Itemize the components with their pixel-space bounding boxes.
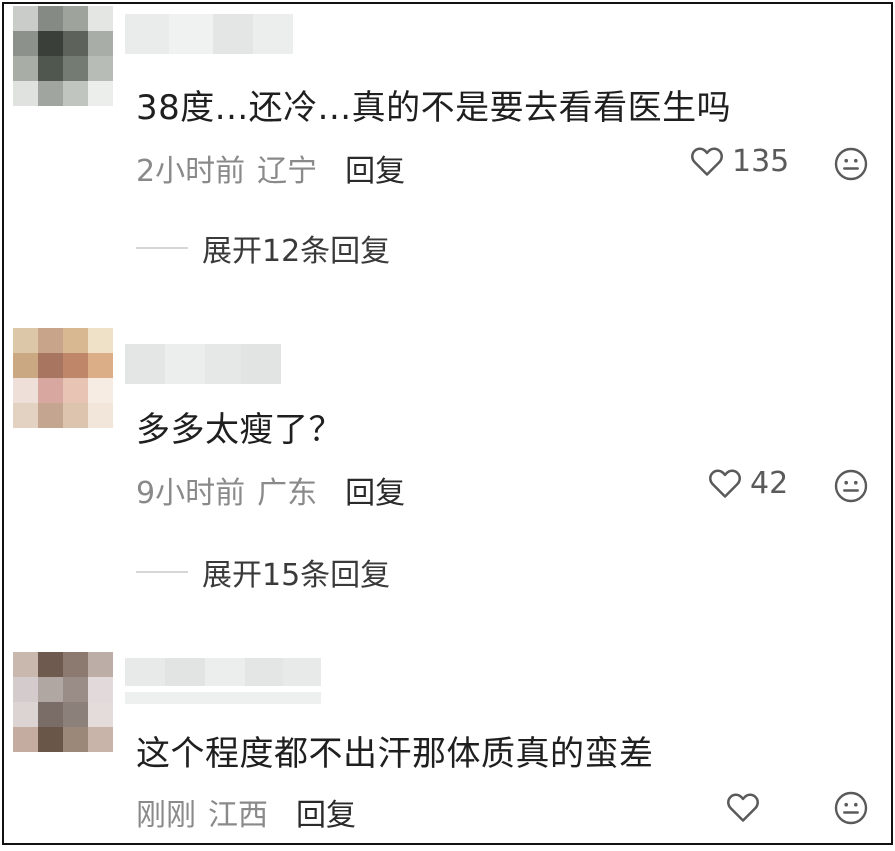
divider-line <box>136 247 188 249</box>
username-blurred[interactable] <box>125 344 281 384</box>
expand-replies-button[interactable]: 展开15条回复 <box>136 550 390 594</box>
comment-time: 刚刚 <box>136 798 196 833</box>
username-blurred[interactable] <box>125 14 293 54</box>
divider-line <box>136 571 188 573</box>
avatar[interactable] <box>13 328 113 428</box>
expand-replies-label: 展开12条回复 <box>202 234 391 269</box>
like-count: 135 <box>732 143 790 179</box>
heart-icon <box>691 147 723 176</box>
heart-icon <box>727 793 759 822</box>
reply-button[interactable]: 回复 <box>345 146 405 190</box>
comment-time: 9小时前 <box>136 476 246 511</box>
neutral-face-icon[interactable] <box>833 146 869 182</box>
comment-meta: 2小时前 辽宁 回复 <box>136 146 405 190</box>
comment-text: 多多太瘦了？ <box>136 410 343 450</box>
comment-location: 江西 <box>208 798 268 833</box>
comment-list: 38度...还冷...真的不是要去看看医生吗 2小时前 辽宁 回复 135 展开… <box>2 2 893 845</box>
comment-location: 广东 <box>257 476 318 511</box>
comment-text: 38度...还冷...真的不是要去看看医生吗 <box>136 88 732 128</box>
heart-icon <box>709 469 741 498</box>
avatar[interactable] <box>13 6 113 106</box>
avatar[interactable] <box>13 652 113 752</box>
like-button[interactable] <box>724 788 768 826</box>
username-blurred-line2 <box>125 692 321 704</box>
comment-location: 辽宁 <box>257 154 318 189</box>
like-button[interactable]: 135 <box>688 142 789 180</box>
like-button[interactable]: 42 <box>706 464 788 502</box>
neutral-face-icon[interactable] <box>833 790 869 826</box>
expand-replies-label: 展开15条回复 <box>202 558 391 593</box>
comment-meta: 刚刚 江西 回复 <box>136 790 356 834</box>
like-count: 42 <box>750 465 789 501</box>
username-blurred[interactable] <box>125 658 321 686</box>
comment-time: 2小时前 <box>136 154 246 189</box>
reply-button[interactable]: 回复 <box>296 790 356 834</box>
comment-text: 这个程度都不出汗那体质真的蛮差 <box>136 734 654 774</box>
neutral-face-icon[interactable] <box>833 468 869 504</box>
reply-button[interactable]: 回复 <box>345 468 405 512</box>
comment-meta: 9小时前 广东 回复 <box>136 468 405 512</box>
expand-replies-button[interactable]: 展开12条回复 <box>136 226 390 270</box>
